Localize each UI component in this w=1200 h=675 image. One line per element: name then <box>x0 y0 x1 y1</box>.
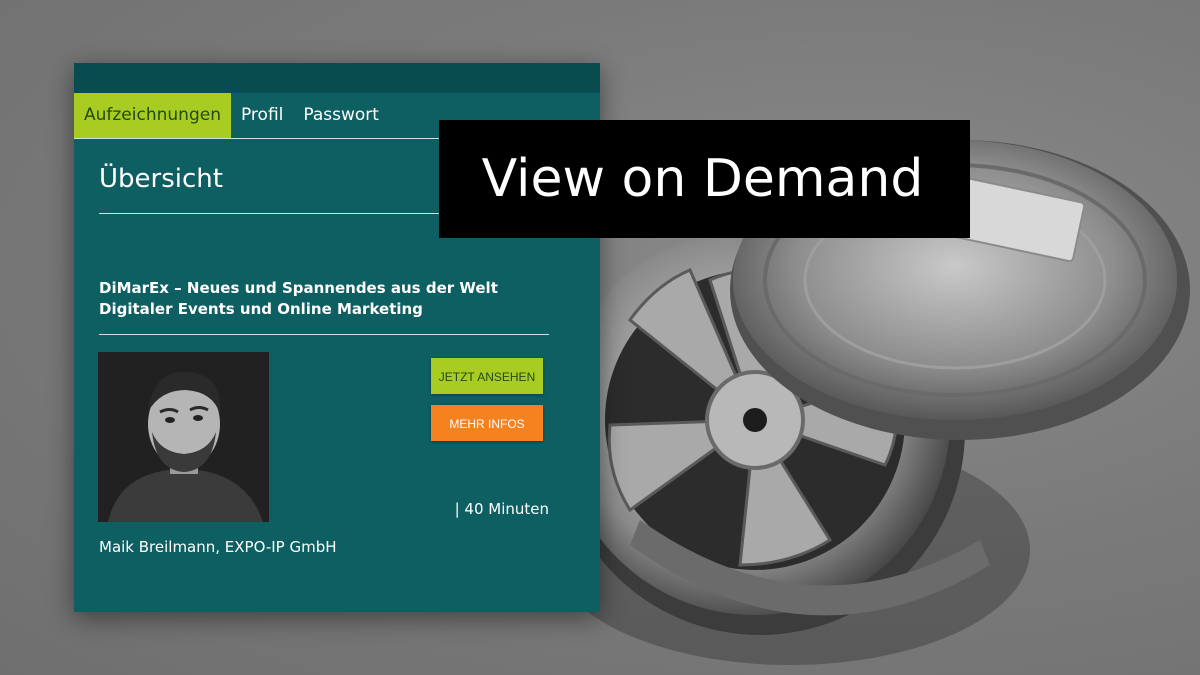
tab-profil[interactable]: Profil <box>231 93 293 138</box>
title-divider <box>99 213 459 214</box>
event-divider <box>99 334 549 335</box>
speaker-portrait <box>98 352 269 522</box>
tab-aufzeichnungen[interactable]: Aufzeichnungen <box>74 93 231 138</box>
event-title: DiMarEx – Neues und Spannendes aus der W… <box>99 279 498 318</box>
tab-bar: Aufzeichnungen Profil Passwort <box>74 93 389 138</box>
page-title: Übersicht <box>99 164 223 194</box>
speaker-name: Maik Breilmann, EXPO-IP GmbH <box>99 538 337 556</box>
banner-title: View on Demand <box>481 149 924 209</box>
duration-label: | 40 Minuten <box>454 500 549 518</box>
more-info-button[interactable]: MEHR INFOS <box>431 405 543 441</box>
speaker-portrait-image <box>98 352 269 522</box>
tab-passwort[interactable]: Passwort <box>293 93 389 138</box>
watch-now-button[interactable]: JETZT ANSEHEN <box>431 358 543 394</box>
panel-header-bar <box>74 63 600 93</box>
view-on-demand-banner: View on Demand <box>439 120 970 238</box>
